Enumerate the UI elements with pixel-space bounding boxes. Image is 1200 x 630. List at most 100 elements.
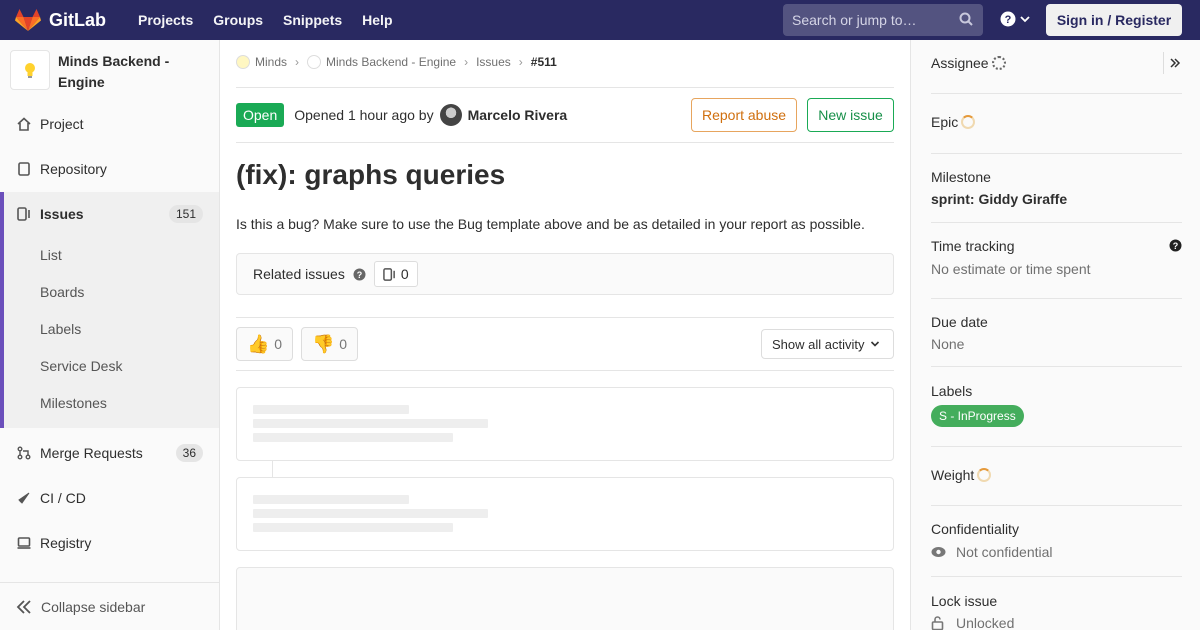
milestone-title: Milestone: [931, 169, 991, 185]
due-date-title: Due date: [931, 314, 988, 330]
divider: [236, 87, 894, 88]
question-icon[interactable]: ?: [1169, 239, 1182, 252]
breadcrumb-minds[interactable]: Minds: [255, 55, 287, 69]
confidentiality-value: Not confidential: [931, 544, 1053, 560]
eye-icon: [931, 547, 946, 557]
issues-icon: [16, 206, 32, 222]
thumbs-up-icon: 👍: [247, 333, 270, 354]
thumbs-down-icon: 👎: [312, 333, 335, 354]
issue-title: (fix): graphs queries: [236, 159, 506, 190]
sidebar-item-registry[interactable]: Registry: [0, 520, 219, 565]
assignee-block: Assignee: [931, 40, 1182, 94]
label-pill[interactable]: S - InProgress: [931, 405, 1024, 427]
signin-register-button[interactable]: Sign in / Register: [1046, 4, 1182, 36]
question-icon[interactable]: ?: [353, 268, 366, 281]
sidebar-item-label: CI / CD: [40, 489, 86, 506]
skeleton-line: [253, 405, 409, 414]
merge-request-icon: [16, 445, 32, 461]
author-name[interactable]: Marcelo Rivera: [468, 107, 568, 123]
divider: [236, 370, 894, 371]
left-sidebar: Minds Backend - Engine Project Repositor…: [0, 40, 220, 630]
skeleton-line: [253, 419, 488, 428]
brand-name: GitLab: [49, 9, 106, 30]
new-issue-button[interactable]: New issue: [807, 98, 894, 132]
nav-groups[interactable]: Groups: [203, 12, 273, 28]
divider: [236, 317, 894, 318]
svg-text:?: ?: [1173, 241, 1179, 251]
thumbs-up-award-button[interactable]: 👍 0: [236, 327, 293, 361]
lock-open-icon: [931, 616, 944, 630]
sidebar-item-repository[interactable]: Repository: [0, 146, 219, 191]
issues-subnav: List Boards Labels Service Desk Mileston…: [0, 236, 219, 428]
search-input[interactable]: Search or jump to…: [783, 4, 983, 36]
thumbs-down-award-button[interactable]: 👎 0: [301, 327, 358, 361]
top-navbar: GitLab Projects Groups Snippets Help Sea…: [0, 0, 1200, 40]
rocket-icon: [16, 490, 32, 506]
subnav-list[interactable]: List: [40, 247, 62, 263]
issue-main: Minds › Minds Backend - Engine › Issues …: [236, 40, 894, 630]
subnav-service-desk[interactable]: Service Desk: [40, 358, 122, 374]
epic-title: Epic: [931, 114, 976, 130]
activity-filter-label: Show all activity: [772, 336, 865, 352]
help-dropdown[interactable]: ?: [1000, 11, 1030, 27]
sidebar-item-label: Project: [40, 115, 84, 132]
loading-spinner-icon: [991, 56, 1006, 70]
sidebar-item-issues[interactable]: Issues 151: [0, 192, 219, 236]
breadcrumb-chevron-icon: ›: [518, 55, 523, 69]
epic-block: Epic: [931, 94, 1182, 154]
gitlab-tanuki-icon: [15, 9, 41, 31]
skeleton-line: [253, 495, 409, 504]
milestone-value[interactable]: sprint: Giddy Giraffe: [931, 191, 1067, 207]
disk-icon: [16, 535, 32, 551]
subnav-labels[interactable]: Labels: [40, 321, 81, 337]
nav-help[interactable]: Help: [352, 12, 402, 28]
lock-issue-value: Unlocked: [931, 615, 1014, 630]
time-tracking-block: Time tracking ? No estimate or time spen…: [931, 223, 1182, 299]
breadcrumb: Minds › Minds Backend - Engine › Issues …: [236, 55, 557, 69]
lightbulb-icon: [25, 63, 35, 78]
merge-requests-count-badge: 36: [175, 443, 203, 462]
assignee-title: Assignee: [931, 55, 1006, 71]
sidebar-item-label: Registry: [40, 534, 92, 551]
sidebar-item-ci-cd[interactable]: CI / CD: [0, 475, 219, 520]
weight-block: Weight: [931, 447, 1182, 506]
author-avatar[interactable]: [439, 104, 462, 126]
milestone-block: Milestone sprint: Giddy Giraffe: [931, 154, 1182, 223]
search-placeholder: Search or jump to…: [792, 12, 917, 28]
chevron-down-icon: [871, 341, 880, 347]
timeline-connector: [272, 461, 273, 477]
lock-issue-title: Lock issue: [931, 593, 998, 609]
collapse-sidebar-label: Collapse sidebar: [41, 598, 146, 615]
skeleton-line: [253, 509, 488, 518]
sidebar-item-project[interactable]: Project: [0, 101, 219, 146]
doc-icon: [16, 161, 32, 177]
report-abuse-button[interactable]: Report abuse: [691, 98, 797, 132]
related-issues-count[interactable]: 0: [373, 261, 418, 287]
subnav-boards[interactable]: Boards: [40, 284, 84, 300]
question-icon: ?: [1000, 11, 1016, 27]
comment-form-placeholder: [236, 567, 894, 630]
status-badge: Open: [236, 103, 285, 127]
sidebar-item-merge-requests[interactable]: Merge Requests 36: [0, 430, 219, 475]
related-issues-label: Related issues: [253, 266, 345, 282]
skeleton-line: [253, 523, 453, 532]
minds-group-avatar: [236, 55, 250, 69]
note-skeleton: [236, 477, 894, 551]
nav-projects[interactable]: Projects: [128, 12, 203, 28]
issues-icon: [383, 267, 395, 281]
nav-snippets[interactable]: Snippets: [273, 12, 352, 28]
project-header[interactable]: Minds Backend - Engine: [0, 40, 219, 100]
breadcrumb-current[interactable]: #511: [531, 55, 557, 69]
activity-filter-dropdown[interactable]: Show all activity: [761, 329, 894, 359]
opened-text: Opened 1 hour ago by: [294, 107, 434, 123]
confidentiality-title: Confidentiality: [931, 521, 1019, 537]
project-avatar: [10, 50, 50, 90]
subnav-milestones[interactable]: Milestones: [40, 395, 107, 411]
gitlab-logo-link[interactable]: GitLab: [15, 0, 106, 40]
breadcrumb-project[interactable]: Minds Backend - Engine: [326, 55, 456, 69]
weight-title: Weight: [931, 467, 992, 483]
collapse-sidebar-button[interactable]: Collapse sidebar: [0, 582, 219, 630]
toggle-right-sidebar-button[interactable]: [1163, 52, 1185, 74]
sidebar-item-label: Repository: [40, 160, 107, 177]
breadcrumb-issues[interactable]: Issues: [476, 55, 511, 69]
